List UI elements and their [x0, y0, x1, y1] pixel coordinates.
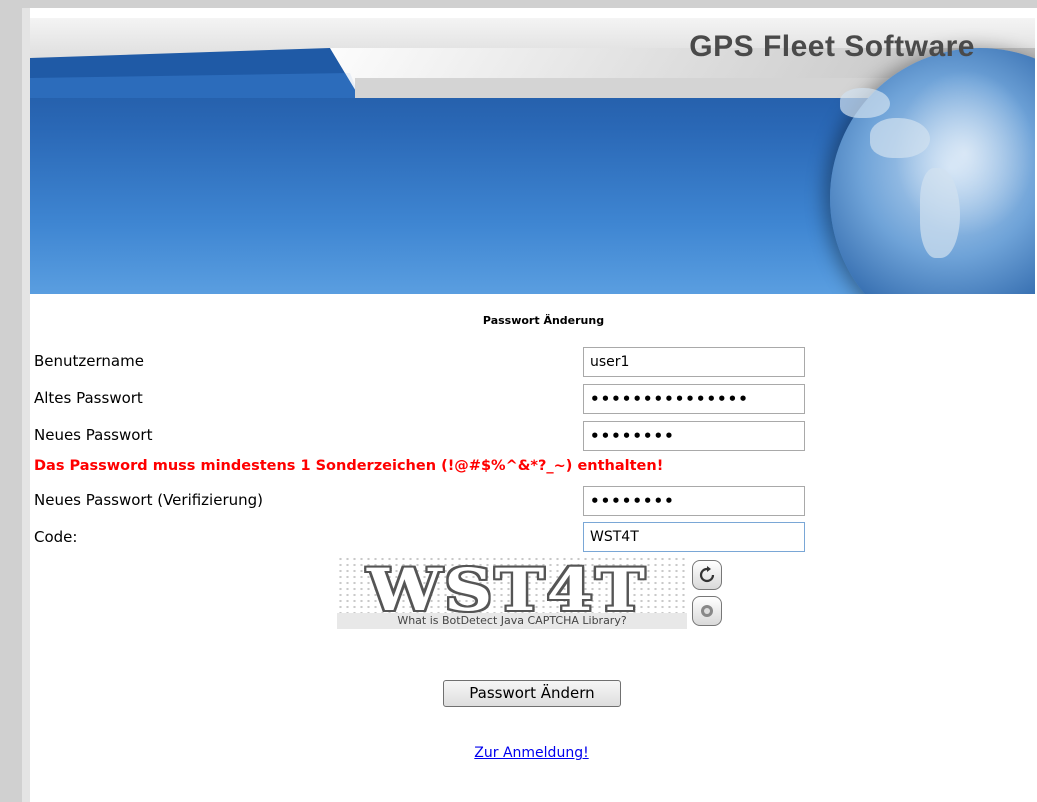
new-password-label: Neues Passwort	[34, 426, 153, 444]
new-password-input[interactable]: ••••••••	[583, 421, 805, 451]
error-message: Das Password muss mindestens 1 Sonderzei…	[34, 458, 664, 474]
reload-icon[interactable]	[692, 560, 722, 590]
form-title: Passwort Änderung	[482, 314, 605, 327]
code-label: Code:	[34, 528, 78, 546]
verify-password-label: Neues Passwort (Verifizierung)	[34, 491, 264, 509]
code-input[interactable]: WST4T	[583, 522, 805, 552]
old-password-label: Altes Passwort	[34, 389, 143, 407]
reload-icon-glyph	[699, 566, 715, 583]
username-label: Benutzername	[34, 352, 144, 370]
username-input[interactable]: user1	[583, 347, 805, 377]
old-password-input[interactable]: •••••••••••••••	[583, 384, 805, 414]
header-banner: GPS Fleet Software	[30, 18, 1035, 294]
captcha-help-link[interactable]: What is BotDetect Java CAPTCHA Library?	[337, 613, 687, 629]
change-password-button[interactable]: Passwort Ändern	[443, 680, 621, 707]
captcha-image: WST4T What is BotDetect Java CAPTCHA Lib…	[337, 556, 687, 629]
sound-icon[interactable]	[692, 596, 722, 626]
brand-title: GPS Fleet Software	[689, 30, 975, 63]
login-link[interactable]: Zur Anmeldung!	[0, 745, 1037, 761]
left-border	[22, 8, 30, 802]
verify-password-input[interactable]: ••••••••	[583, 486, 805, 516]
speaker-icon-glyph	[701, 605, 713, 617]
